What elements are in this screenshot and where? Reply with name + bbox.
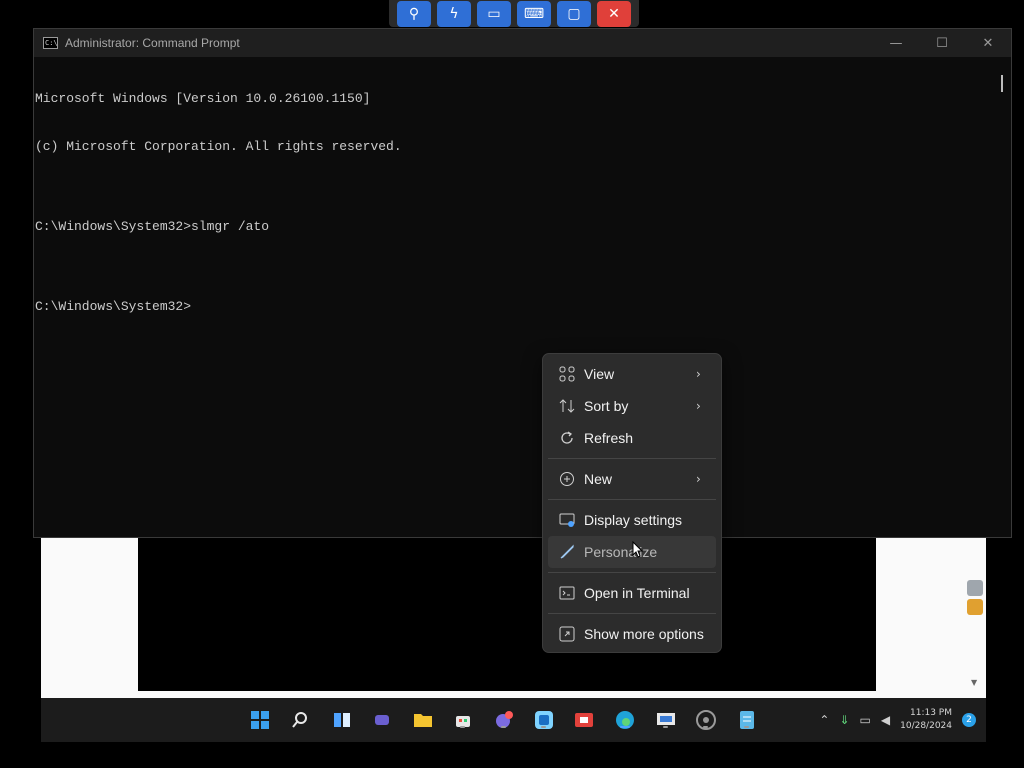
download-icon[interactable]: ⇓: [839, 713, 849, 727]
lightning-icon[interactable]: ϟ: [437, 0, 471, 27]
menu-item-label: New: [584, 471, 613, 487]
menu-item-label: Show more options: [584, 626, 704, 642]
close-icon[interactable]: ✕: [597, 0, 631, 27]
remote-desktop-area: [138, 538, 876, 691]
chevron-up-icon[interactable]: ⌃: [819, 713, 829, 727]
clock[interactable]: 11:13 PM 10/28/2024: [900, 707, 952, 733]
recorder-icon[interactable]: [573, 709, 595, 731]
menu-separator: [548, 572, 716, 573]
title-bar[interactable]: C:\ Administrator: Command Prompt — ☐ ✕: [34, 29, 1011, 57]
chevron-right-icon: ›: [696, 367, 701, 381]
remote-desktop-frame: ▼: [41, 538, 986, 698]
menu-separator: [548, 499, 716, 500]
scroll-down-icon[interactable]: ▼: [971, 678, 977, 687]
desktop-context-menu: View › Sort by › Refresh New › Display s…: [542, 353, 722, 653]
pin-icon[interactable]: ⚲: [397, 0, 431, 27]
sort-icon: [550, 398, 584, 414]
volume-icon[interactable]: ◀: [881, 713, 890, 727]
menu-item-label: Open in Terminal: [584, 585, 690, 601]
widgets-icon[interactable]: [331, 709, 353, 731]
window-controls: — ☐ ✕: [873, 29, 1011, 57]
menu-item-label: View: [584, 366, 615, 382]
keyboard-icon[interactable]: ⌨: [517, 0, 551, 27]
menu-item-refresh[interactable]: Refresh: [548, 422, 716, 454]
menu-item-show-more-options[interactable]: Show more options: [548, 618, 716, 650]
mouse-cursor-icon: [632, 541, 644, 558]
notepad-icon[interactable]: [736, 709, 758, 731]
edge-icon[interactable]: [614, 709, 636, 731]
terminal-output[interactable]: Microsoft Windows [Version 10.0.26100.11…: [34, 57, 1011, 347]
clock-time: 11:13 PM: [910, 708, 952, 718]
cmd-app-icon: C:\: [43, 37, 58, 49]
menu-item-label: Sort by: [584, 398, 629, 414]
terminal-line: Microsoft Windows [Version 10.0.26100.11…: [35, 91, 371, 106]
chat-app-icon[interactable]: [493, 709, 515, 731]
menu-separator: [548, 613, 716, 614]
file-explorer-icon[interactable]: [412, 709, 434, 731]
menu-item-new[interactable]: New ›: [548, 463, 716, 495]
command-prompt-window: C:\ Administrator: Command Prompt — ☐ ✕ …: [33, 28, 1012, 538]
chat-icon[interactable]: ▢: [557, 0, 591, 27]
remote-toolbar: ⚲ ϟ ▭ ⌨ ▢ ✕: [389, 0, 639, 27]
terminal-line: C:\Windows\System32>slmgr /ato: [35, 219, 270, 234]
terminal-icon: [550, 585, 584, 601]
display-icon: [550, 512, 584, 528]
menu-separator: [548, 458, 716, 459]
menu-item-label: Personalize: [584, 544, 658, 560]
notification-badge[interactable]: 2: [962, 713, 976, 727]
menu-item-sort-by[interactable]: Sort by ›: [548, 390, 716, 422]
terminal-line: (c) Microsoft Corporation. All rights re…: [35, 139, 402, 154]
start-icon[interactable]: [249, 709, 271, 731]
taskbar: ⌃ ⇓ ▭ ◀ 11:13 PM 10/28/2024 2: [41, 698, 986, 742]
chevron-right-icon: ›: [696, 399, 701, 413]
presentation-icon[interactable]: [655, 709, 677, 731]
store-icon[interactable]: [452, 709, 474, 731]
close-window-icon[interactable]: ✕: [965, 29, 1011, 57]
clock-date: 10/28/2024: [900, 721, 952, 731]
menu-item-label: Display settings: [584, 512, 683, 528]
remote-app-icon[interactable]: [533, 709, 555, 731]
monitor-icon[interactable]: ▭: [477, 0, 511, 27]
menu-item-display-settings[interactable]: Display settings: [548, 504, 716, 536]
system-tray: ⌃ ⇓ ▭ ◀ 11:13 PM 10/28/2024 2: [819, 698, 976, 742]
chevron-right-icon: ›: [696, 472, 701, 486]
brush-icon: [550, 544, 584, 560]
minimize-icon[interactable]: —: [873, 29, 919, 57]
scrollbar-thumb[interactable]: [1001, 75, 1003, 92]
side-folder-icon[interactable]: [967, 599, 983, 615]
menu-item-label: Refresh: [584, 430, 634, 446]
maximize-icon[interactable]: ☐: [919, 29, 965, 57]
chrome-icon[interactable]: [695, 709, 717, 731]
menu-item-open-in-terminal[interactable]: Open in Terminal: [548, 577, 716, 609]
window-title: Administrator: Command Prompt: [65, 36, 240, 50]
side-app-icon[interactable]: [967, 580, 983, 596]
teams-icon[interactable]: [371, 709, 393, 731]
plus-circle-icon: [550, 471, 584, 487]
refresh-icon: [550, 430, 584, 446]
network-icon[interactable]: ▭: [860, 713, 871, 727]
search-icon[interactable]: [289, 709, 311, 731]
more-options-icon: [550, 626, 584, 642]
menu-item-view[interactable]: View ›: [548, 358, 716, 390]
terminal-prompt: C:\Windows\System32>: [35, 299, 192, 314]
remote-side-icons: [967, 580, 983, 616]
grid-icon: [550, 366, 584, 382]
